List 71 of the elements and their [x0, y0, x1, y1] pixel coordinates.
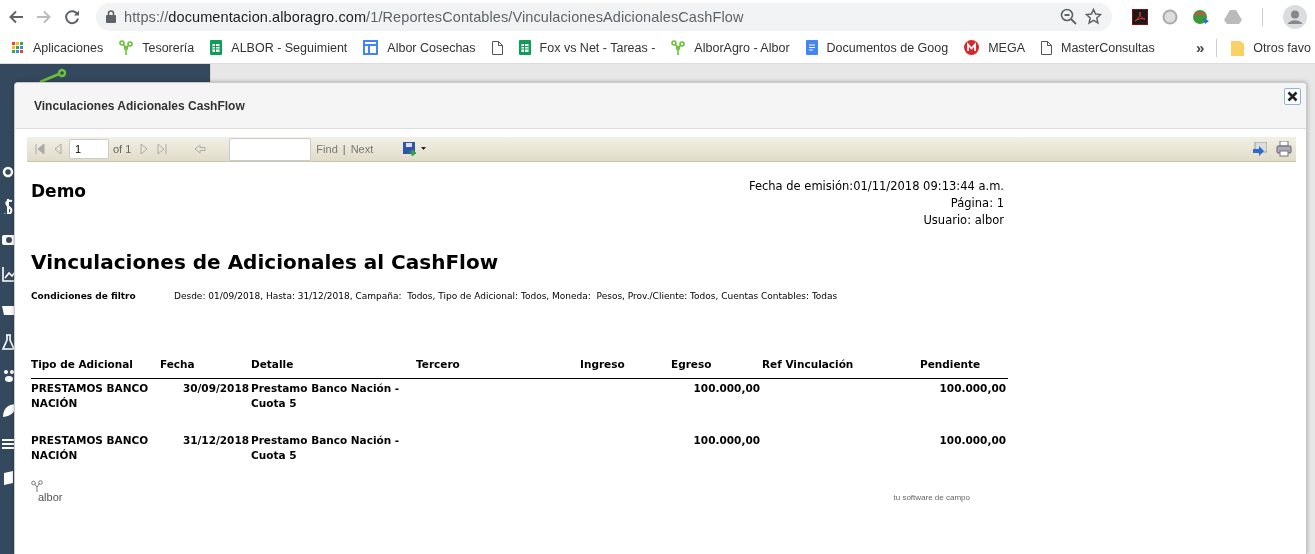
- footer-logo-text: albor: [38, 492, 63, 503]
- report-info-line: Página: 1: [950, 195, 1004, 212]
- logo-mark-icon: [31, 480, 43, 492]
- company-name: Demo: [31, 181, 87, 201]
- bookmark-folder[interactable]: Otros favo: [1223, 39, 1311, 56]
- table-cell: PRESTAMOS BANCO NACIÓN: [31, 382, 149, 409]
- table-cell: 31/12/2018: [182, 434, 249, 446]
- column-header: Detalle: [251, 358, 416, 379]
- more-bookmarks-button[interactable]: »: [1190, 39, 1211, 56]
- filter-conditions: Desde: 01/09/2018, Hasta: 31/12/2018, Campaña: Todos, Tipo de Adicional: Todos, Moneda: Pesos, Prov./Cliente: Todos, Cuentas Contables: Todas: [174, 291, 838, 301]
- column-header: Egreso: [671, 358, 762, 379]
- bookmark[interactable]: Tesorería: [111, 39, 203, 56]
- column-header: Tercero: [416, 358, 580, 379]
- save-icon[interactable]: [403, 142, 428, 156]
- column-header: Tipo de Adicional: [31, 358, 160, 379]
- apps-icon: [12, 41, 24, 54]
- branch-icon: [671, 39, 686, 56]
- bookmark[interactable]: ALBOR - Seguimient: [202, 40, 356, 55]
- next-link[interactable]: Next: [350, 143, 374, 155]
- export-icon[interactable]: [1253, 142, 1267, 156]
- globe-extension-icon[interactable]: [1192, 8, 1210, 25]
- folder-icon: [1231, 39, 1245, 56]
- table-cell: 100.000,00: [939, 434, 1006, 446]
- pdf-extension-icon[interactable]: [1132, 8, 1148, 25]
- layout-icon: [363, 40, 379, 55]
- report-title: Vinculaciones de Adicionales al CashFlow: [31, 249, 500, 275]
- document-icon: [805, 40, 818, 55]
- table-cell: PRESTAMOS BANCO NACIÓN: [31, 434, 149, 461]
- bookmark[interactable]: Aplicaciones: [4, 40, 112, 55]
- page-icon: [1040, 40, 1052, 55]
- column-header: Ingreso: [580, 358, 671, 379]
- back-icon[interactable]: [8, 8, 24, 25]
- report-info-line: Fecha de emisión:01/11/2018 09:13:44 a.m.: [748, 178, 1004, 195]
- filter-label: Condiciones de filtro: [31, 291, 137, 301]
- close-button[interactable]: [1284, 87, 1301, 105]
- m-circle-icon: [964, 40, 980, 55]
- find-field[interactable]: [229, 137, 312, 161]
- footer-tagline: tu software de campo: [893, 493, 970, 502]
- close-icon: [1287, 90, 1298, 102]
- table-cell: 100.000,00: [939, 382, 1006, 394]
- zoom-out-icon[interactable]: [1060, 8, 1077, 25]
- table-cell: 100.000,00: [693, 382, 760, 394]
- bookmark[interactable]: MEGA: [956, 40, 1033, 55]
- circle-extension-icon[interactable]: [1162, 8, 1178, 25]
- bookmark[interactable]: AlborAgro - Albor: [663, 39, 798, 56]
- column-header: Pendiente: [920, 358, 1008, 379]
- table-cell: Prestamo Banco Nación - Cuota 5: [251, 434, 400, 461]
- spreadsheet-icon: [518, 40, 531, 55]
- table-cell: Prestamo Banco Nación - Cuota 5: [251, 382, 400, 409]
- separator-text: |: [342, 143, 346, 155]
- lock-icon: [106, 10, 116, 23]
- print-icon[interactable]: [1276, 141, 1292, 157]
- page-number-field[interactable]: 1: [69, 139, 109, 159]
- star-icon[interactable]: [1085, 8, 1102, 25]
- column-header: Fecha: [160, 358, 251, 379]
- bookmark[interactable]: MasterConsultas: [1032, 40, 1163, 55]
- page-count: of 1: [113, 143, 132, 155]
- spreadsheet-icon: [210, 40, 223, 55]
- branch-icon: [119, 39, 134, 56]
- find-link[interactable]: Find: [316, 143, 338, 155]
- table-cell: 100.000,00: [693, 434, 760, 446]
- bookmark[interactable]: Albor Cosechas: [355, 40, 484, 55]
- table-cell: 30/09/2018: [182, 382, 249, 394]
- page-icon: [491, 40, 503, 55]
- column-header: Ref Vinculación: [762, 358, 920, 379]
- bookmark[interactable]: Fox vs Net - Tareas -: [510, 40, 664, 55]
- report-info-line: Usuario: albor: [923, 212, 1004, 229]
- bookmark[interactable]: Documentos de Goog: [797, 40, 957, 55]
- dialog-title: Vinculaciones Adicionales CashFlow: [34, 98, 245, 113]
- reload-icon[interactable]: [64, 8, 80, 25]
- profile-avatar-icon[interactable]: [1283, 4, 1307, 29]
